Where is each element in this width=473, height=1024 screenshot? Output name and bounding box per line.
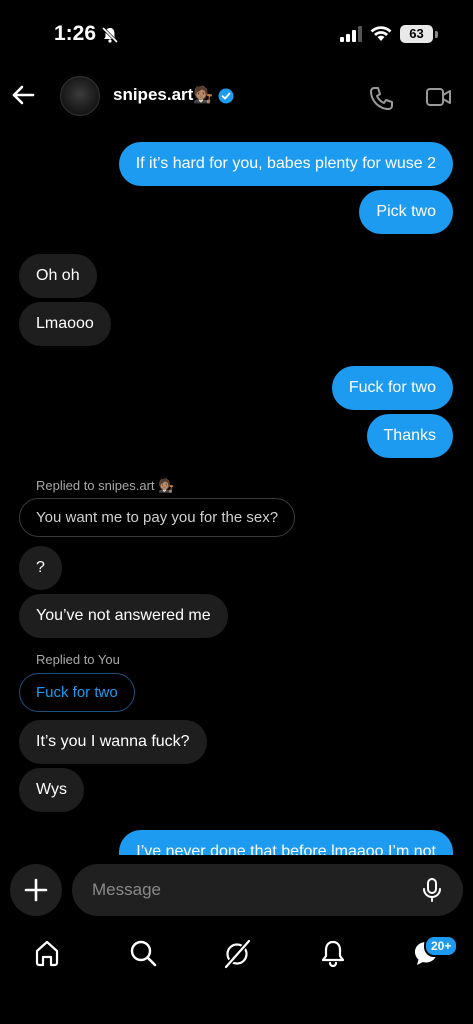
avatar[interactable] [60, 76, 100, 116]
message-incoming[interactable]: Lmaooo [19, 302, 111, 346]
message-outgoing[interactable]: Thanks [366, 414, 453, 458]
search-icon[interactable] [129, 939, 157, 972]
home-icon[interactable] [34, 939, 60, 972]
conversation-header: snipes.art 🧑🏽‍⚖️ [0, 66, 473, 126]
status-time: 1:26 [54, 22, 97, 45]
quoted-message[interactable]: Fuck for two [19, 673, 135, 712]
message-outgoing[interactable]: Pick two [359, 190, 453, 234]
message-incoming[interactable]: Wys [19, 768, 84, 812]
message-incoming[interactable]: ? [19, 546, 62, 590]
quoted-message[interactable]: You want me to pay you for the sex? [19, 498, 296, 537]
status-bar: 1:26 63 [0, 0, 473, 66]
reply-context-text: Replied to snipes.art [36, 478, 155, 493]
message-incoming[interactable]: Oh oh [19, 254, 97, 298]
message-outgoing[interactable]: If it’s hard for you, babes plenty for w… [118, 142, 453, 186]
message-outgoing[interactable]: Fuck for two [331, 366, 453, 410]
phone-call-icon[interactable] [368, 85, 394, 116]
message-incoming[interactable]: It’s you I wanna fuck? [19, 720, 207, 764]
message-input[interactable]: Message [72, 864, 463, 916]
cellular-signal-icon [340, 26, 362, 47]
battery-tip [435, 31, 438, 38]
conversation-username[interactable]: snipes.art [113, 85, 193, 105]
microphone-icon[interactable] [421, 878, 443, 907]
message-clip: I’ve never done that before lmaaoo I’m n… [91, 830, 453, 855]
message-placeholder: Message [92, 880, 161, 899]
reply-context-emoji: 🧑🏽‍⚖️ [158, 478, 175, 493]
notifications-bell-icon[interactable] [320, 939, 346, 972]
plus-icon [24, 878, 48, 902]
add-attachment-button[interactable] [10, 864, 62, 916]
wifi-icon [370, 25, 392, 47]
verified-badge-icon [218, 88, 234, 109]
reply-context-label: Replied to You [36, 652, 120, 667]
message-composer: Message [0, 855, 473, 925]
message-outgoing[interactable]: I’ve never done that before lmaaoo I’m n… [119, 830, 453, 855]
message-incoming[interactable]: You’ve not answered me [19, 594, 228, 638]
silent-bell-icon [101, 26, 119, 49]
bottom-tab-bar: 20+ [0, 925, 473, 1024]
video-call-icon[interactable] [425, 86, 453, 113]
username-emoji: 🧑🏽‍⚖️ [193, 87, 213, 104]
reply-context-label: Replied to snipes.art 🧑🏽‍⚖️ [36, 478, 174, 494]
grok-icon[interactable] [223, 939, 251, 974]
messages-count-badge: 20+ [424, 935, 459, 957]
battery-indicator: 63 [400, 25, 433, 43]
back-arrow-icon[interactable] [10, 82, 36, 113]
